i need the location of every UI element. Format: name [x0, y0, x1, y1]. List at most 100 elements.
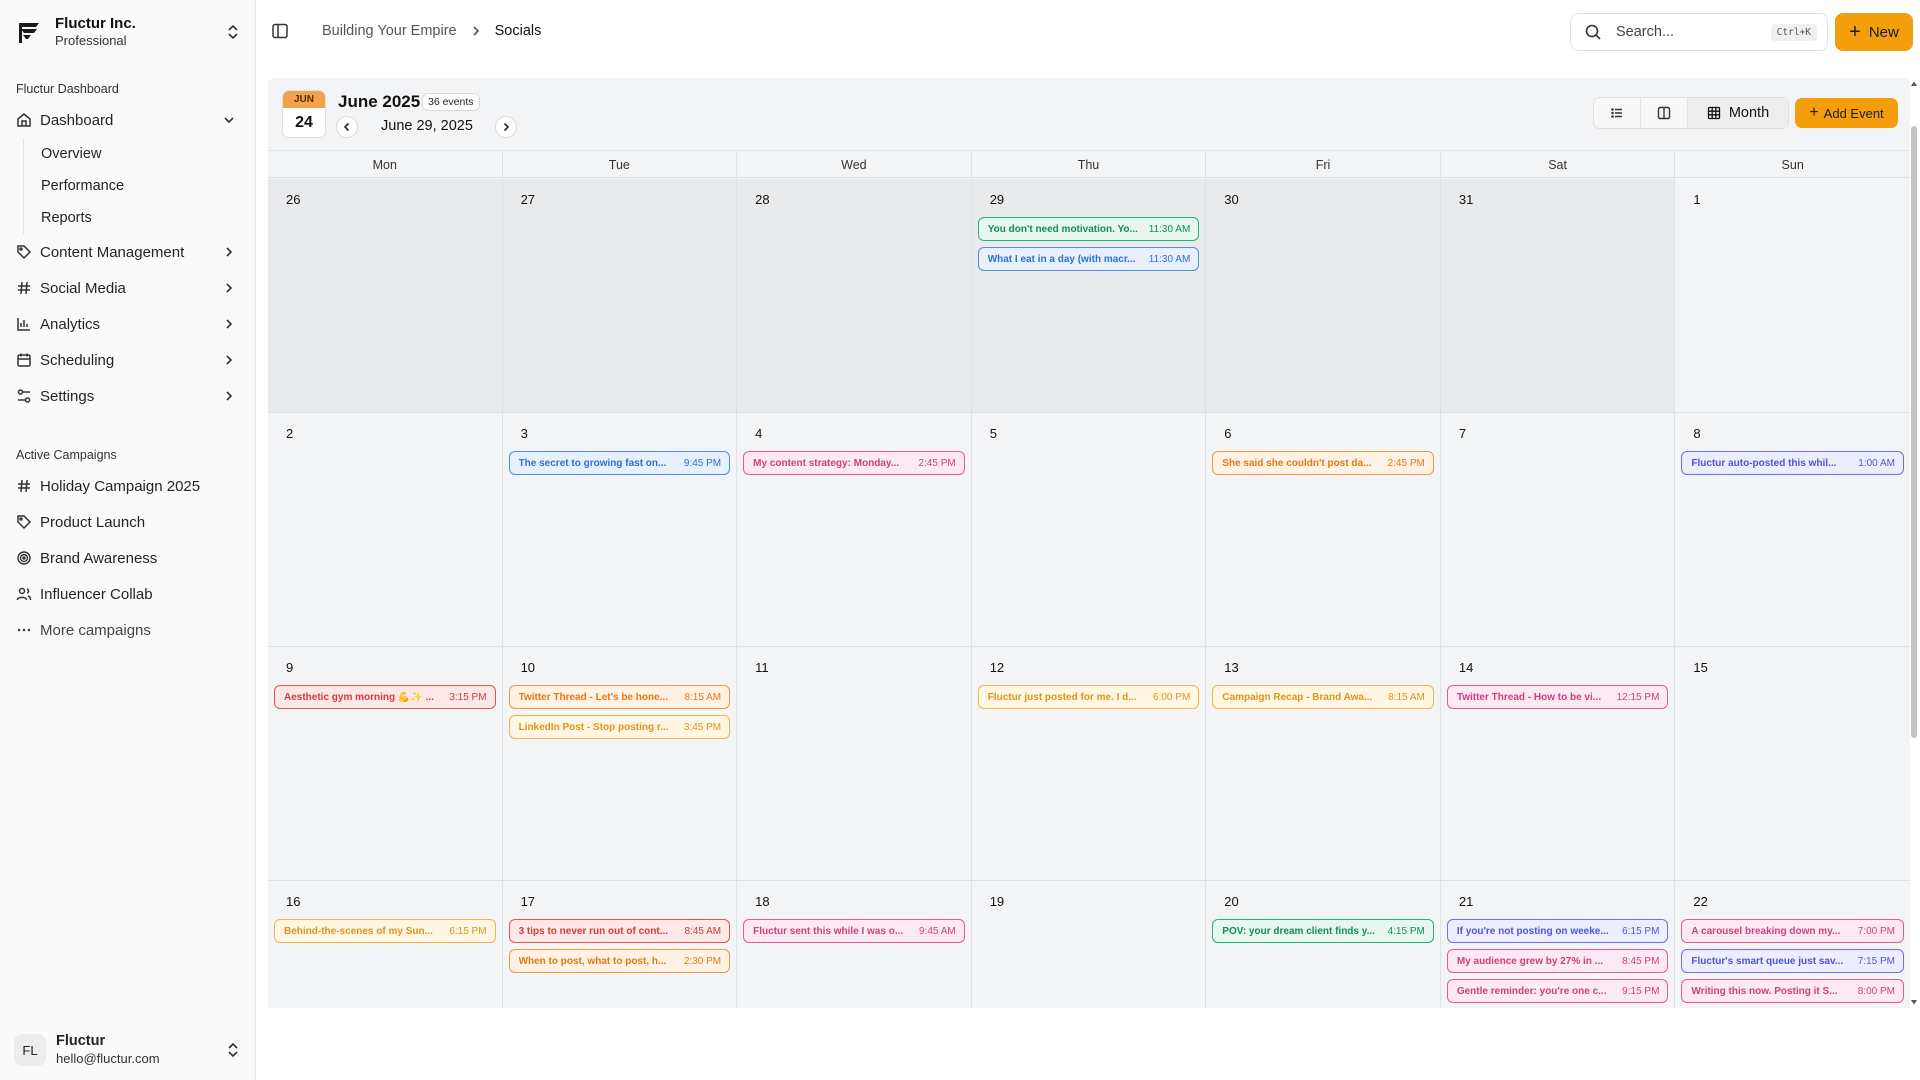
calendar-event[interactable]: Fluctur's smart queue just sav... 7:15 PM [1681, 949, 1904, 973]
calendar-event[interactable]: Fluctur just posted for me. I d... 6:00 P… [977, 685, 1200, 709]
calendar-event[interactable]: When to post, what to post, h... 2:30 PM [508, 949, 731, 973]
calendar-day[interactable]: 10 Twitter Thread - Let's be hone... 8:15 … [502, 647, 738, 881]
calendar-day[interactable]: 7 [1440, 413, 1676, 647]
sidebar-item-scheduling[interactable]: Scheduling [12, 342, 244, 378]
calendar-event[interactable]: My audience grew by 27% in ... 8:45 PM [1446, 949, 1669, 973]
today-badge-month: JUN [283, 91, 325, 108]
weekday-label: Wed [737, 152, 972, 177]
calendar-event[interactable]: My content strategy: Monday... 2:45 PM [743, 451, 965, 475]
calendar-day[interactable]: 6 She said she couldn't post da... 2:45 PM [1206, 413, 1441, 647]
event-time: 12:15 PM [1616, 691, 1660, 703]
campaign-influencer-collab[interactable]: Influencer Collab [12, 576, 244, 612]
calendar-day[interactable]: 9 Aesthetic gym morning 💪✨ ... 3:15 PM [268, 647, 503, 881]
calendar-day[interactable]: 1 [1675, 179, 1910, 413]
campaign-label: Influencer Collab [40, 585, 153, 603]
calendar-event[interactable]: What I eat in a day (with macr... 11:30 A… [977, 247, 1200, 271]
calendar-day[interactable]: 28 [737, 179, 972, 413]
search-input[interactable]: Search... Ctrl+K [1570, 13, 1828, 51]
calendar-day[interactable]: 20 POV: your dream client finds y... 4:15 … [1206, 881, 1441, 1008]
calendar-event[interactable]: Writing this now. Posting it S... 8:00 PM [1681, 979, 1904, 1003]
calendar-day[interactable]: 19 [971, 881, 1207, 1008]
calendar-scrollbar[interactable] [1908, 78, 1920, 1008]
list-view-button[interactable] [1594, 98, 1641, 128]
sidebar-subitem-performance[interactable]: Performance [12, 170, 244, 202]
sidebar-item-settings[interactable]: Settings [12, 378, 244, 414]
calendar-day[interactable]: 30 [1206, 179, 1441, 413]
calendar-event[interactable]: A carousel breaking down my... 7:00 PM [1681, 919, 1904, 943]
calendar-event[interactable]: Twitter Thread - How to be vi... 12:15 PM [1446, 685, 1669, 709]
sidebar-item-social-media[interactable]: Social Media [12, 270, 244, 306]
calendar-event[interactable]: Fluctur auto-posted this whil... 1:00 AM [1681, 451, 1904, 475]
event-title: Behind-the-scenes of my Sun... [284, 925, 433, 937]
calendar-event[interactable]: LinkedIn Post - Stop posting r... 3:45 PM [508, 715, 731, 739]
campaign-holiday[interactable]: Holiday Campaign 2025 [12, 468, 244, 504]
campaign-brand-awareness[interactable]: Brand Awareness [12, 540, 244, 576]
calendar-event[interactable]: 3 tips to never run out of cont... 8:45 A… [508, 919, 731, 943]
home-icon [17, 113, 31, 127]
day-number: 22 [1693, 894, 1708, 909]
new-button[interactable]: + New [1835, 13, 1913, 51]
sidebar-item-label: Social Media [40, 279, 126, 297]
calendar-event[interactable]: Campaign Recap - Brand Awa... 8:15 AM [1212, 685, 1434, 709]
sidebar-subitem-overview[interactable]: Overview [12, 138, 244, 170]
event-time: 6:15 PM [1622, 925, 1660, 937]
calendar-event[interactable]: If you're not posting on weeke... 6:15 PM [1446, 919, 1669, 943]
calendar-day[interactable]: 31 [1440, 179, 1676, 413]
sidebar-item-analytics[interactable]: Analytics [12, 306, 244, 342]
breadcrumb-link[interactable]: Building Your Empire [322, 23, 457, 39]
calendar-event[interactable]: Fluctur sent this while I was o... 9:45 A… [743, 919, 965, 943]
weekday-header: Mon Tue Wed Thu Fri Sat Sun [268, 152, 1910, 178]
calendar-day[interactable]: 15 [1675, 647, 1910, 881]
more-campaigns[interactable]: More campaigns [12, 612, 244, 648]
calendar-day[interactable]: 21 If you're not posting on weeke... 6:15 … [1440, 881, 1676, 1008]
calendar-day[interactable]: 22 A carousel breaking down my... 7:00 PM F… [1675, 881, 1910, 1008]
org-switcher[interactable]: Fluctur Inc. Professional [16, 14, 240, 50]
calendar-day[interactable]: 18 Fluctur sent this while I was o... 9:45… [737, 881, 972, 1008]
calendar-event[interactable]: Gentle reminder: you're one c... 9:15 PM [1446, 979, 1669, 1003]
calendar-day[interactable]: 5 [971, 413, 1207, 647]
scrollbar-thumb[interactable] [1911, 126, 1917, 738]
month-view-button[interactable]: Month [1688, 98, 1788, 128]
calendar-day[interactable]: 12 Fluctur just posted for me. I d... 6:00… [971, 647, 1207, 881]
prev-month-button[interactable] [336, 116, 358, 138]
calendar-day[interactable]: 17 3 tips to never run out of cont... 8:45… [502, 881, 738, 1008]
calendar-event[interactable]: She said she couldn't post da... 2:45 PM [1212, 451, 1434, 475]
sidebar-subitem-reports[interactable]: Reports [12, 202, 244, 234]
calendar-day[interactable]: 3 The secret to growing fast on... 9:45 PM [502, 413, 738, 647]
sidebar-item-content-management[interactable]: Content Management [12, 234, 244, 270]
calendar-day[interactable]: 11 [737, 647, 972, 881]
week-view-button[interactable] [1641, 98, 1688, 128]
calendar-day[interactable]: 27 [502, 179, 738, 413]
add-event-button[interactable]: + Add Event [1795, 98, 1898, 128]
calendar-day[interactable]: 26 [268, 179, 503, 413]
scroll-down-icon[interactable] [1910, 998, 1918, 1006]
calendar-day[interactable]: 14 Twitter Thread - How to be vi... 12:15 … [1440, 647, 1676, 881]
calendar-day[interactable]: 29 You don't need motivation. Yo... 11:30 … [971, 179, 1207, 413]
calendar-event[interactable]: Aesthetic gym morning 💪✨ ... 3:15 PM [274, 685, 496, 709]
day-number: 28 [755, 192, 770, 207]
hash-icon [18, 281, 30, 295]
next-month-button[interactable] [495, 116, 517, 138]
campaign-label: Product Launch [40, 513, 146, 531]
scroll-up-icon[interactable] [1910, 80, 1918, 88]
sidebar-item-dashboard[interactable]: Dashboard [12, 102, 244, 138]
tag-icon [17, 245, 32, 260]
calendar-day[interactable]: 8 Fluctur auto-posted this whil... 1:00 AM [1675, 413, 1910, 647]
calendar-event[interactable]: Behind-the-scenes of my Sun... 6:15 PM [274, 919, 496, 943]
user-menu[interactable]: FL Fluctur hello@fluctur.com [14, 1030, 240, 1070]
search-shortcut: Ctrl+K [1770, 23, 1817, 41]
calendar-event[interactable]: The secret to growing fast on... 9:45 PM [508, 451, 731, 475]
calendar-day[interactable]: 4 My content strategy: Monday... 2:45 PM [737, 413, 972, 647]
day-number: 26 [286, 192, 301, 207]
today-badge[interactable]: JUN 24 [282, 90, 326, 138]
event-time: 3:45 PM [683, 721, 722, 733]
calendar-day[interactable]: 2 [268, 413, 503, 647]
calendar-event[interactable]: Twitter Thread - Let's be hone... 8:15 AM [508, 685, 731, 709]
calendar-event[interactable]: POV: your dream client finds y... 4:15 PM [1212, 919, 1434, 943]
campaign-product-launch[interactable]: Product Launch [12, 504, 244, 540]
calendar-day[interactable]: 13 Campaign Recap - Brand Awa... 8:15 AM [1206, 647, 1441, 881]
calendar-event[interactable]: You don't need motivation. Yo... 11:30 AM [977, 217, 1200, 241]
user-name: Fluctur [56, 1033, 106, 1049]
sidebar-toggle-icon[interactable] [271, 22, 289, 40]
calendar-day[interactable]: 16 Behind-the-scenes of my Sun... 6:15 PM [268, 881, 503, 1008]
